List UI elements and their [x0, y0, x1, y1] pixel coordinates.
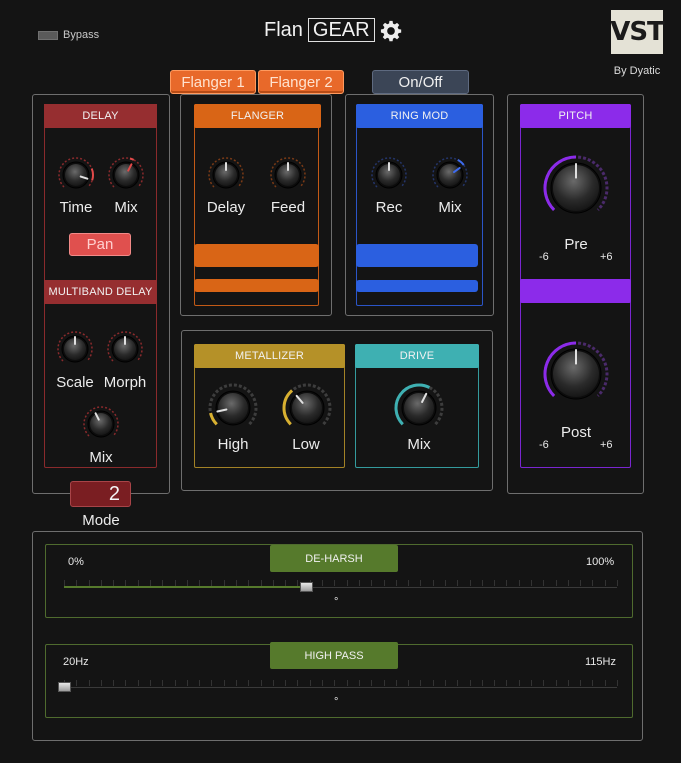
pitch-post-min: -6	[539, 439, 549, 451]
gear-icon[interactable]	[380, 20, 402, 42]
tab-flanger-2[interactable]: Flanger 2	[258, 70, 344, 94]
highpass-min-label: 20Hz	[63, 656, 89, 668]
pitch-header: PITCH	[520, 104, 631, 128]
highpass-value: °	[334, 696, 339, 708]
ringmod-rec-knob[interactable]	[370, 156, 408, 194]
delay-mix-knob[interactable]	[107, 156, 145, 194]
highpass-slider-thumb[interactable]	[58, 682, 71, 692]
ringmod-rec-label: Rec	[375, 199, 403, 216]
bypass-toggle[interactable]: Bypass	[38, 29, 99, 41]
highpass-header: HIGH PASS	[270, 642, 398, 669]
flanger-delay-knob[interactable]	[207, 156, 245, 194]
pitch-pre-max: +6	[600, 251, 613, 263]
mode-label: Mode	[82, 512, 120, 529]
deharsh-slider-thumb[interactable]	[300, 582, 314, 592]
multiband-mix-knob[interactable]	[82, 405, 120, 443]
ringmod-header: RING MOD	[356, 104, 483, 128]
delay-header: DELAY	[44, 104, 157, 128]
drive-header: DRIVE	[355, 344, 479, 368]
metallizer-high-knob[interactable]	[208, 383, 258, 433]
mode-selector[interactable]: 2	[70, 481, 131, 507]
ringmod-bar-1[interactable]	[356, 244, 478, 267]
tab-flanger-1[interactable]: Flanger 1	[170, 70, 256, 94]
title-boxed: GEAR	[307, 18, 375, 42]
multiband-scale-knob[interactable]	[56, 330, 94, 368]
ringmod-mix-label: Mix	[438, 199, 462, 216]
metallizer-low-label: Low	[292, 436, 320, 453]
metallizer-high-label: High	[217, 436, 249, 453]
highpass-ticks	[64, 680, 618, 686]
deharsh-value: °	[334, 596, 339, 608]
multiband-morph-knob[interactable]	[106, 330, 144, 368]
vst-logo: VST	[610, 10, 665, 54]
pitch-pre-min: -6	[539, 251, 549, 263]
multiband-morph-label: Morph	[103, 374, 147, 391]
metallizer-header: METALLIZER	[194, 344, 345, 368]
bypass-label: Bypass	[63, 29, 100, 41]
metallizer-low-knob[interactable]	[282, 383, 332, 433]
delay-time-knob[interactable]	[57, 156, 95, 194]
author-label: By Dyatic	[613, 65, 661, 77]
drive-mix-knob[interactable]	[394, 383, 444, 433]
plugin-title: Flan GEAR	[264, 18, 375, 42]
multiband-delay-header: MULTIBAND DELAY	[44, 280, 157, 304]
flanger-feed-knob[interactable]	[269, 156, 307, 194]
deharsh-header: DE-HARSH	[270, 545, 398, 572]
highpass-track[interactable]	[64, 687, 617, 688]
drive-mix-label: Mix	[407, 436, 431, 453]
onoff-button[interactable]: On/Off	[372, 70, 469, 94]
flanger-bar-1[interactable]	[194, 244, 319, 267]
deharsh-fill	[64, 586, 308, 588]
flanger-header: FLANGER	[194, 104, 321, 128]
deharsh-min-label: 0%	[68, 556, 84, 568]
deharsh-max-label: 100%	[586, 556, 615, 568]
flanger-delay-label: Delay	[206, 199, 246, 216]
pan-button[interactable]: Pan	[69, 233, 131, 256]
bypass-led	[38, 30, 58, 40]
multiband-mix-label: Mix	[89, 449, 113, 466]
pitch-post-max: +6	[600, 439, 613, 451]
delay-mix-label: Mix	[114, 199, 138, 216]
ringmod-bar-2[interactable]	[356, 280, 478, 292]
flanger-bar-2[interactable]	[194, 279, 319, 292]
pitch-bar[interactable]	[520, 279, 631, 303]
pitch-pre-knob[interactable]	[543, 155, 609, 221]
flanger-feed-label: Feed	[270, 199, 306, 216]
highpass-max-label: 115Hz	[585, 656, 616, 668]
title-plain: Flan	[264, 18, 303, 41]
pitch-post-knob[interactable]	[543, 341, 609, 407]
ringmod-mix-knob[interactable]	[431, 156, 469, 194]
